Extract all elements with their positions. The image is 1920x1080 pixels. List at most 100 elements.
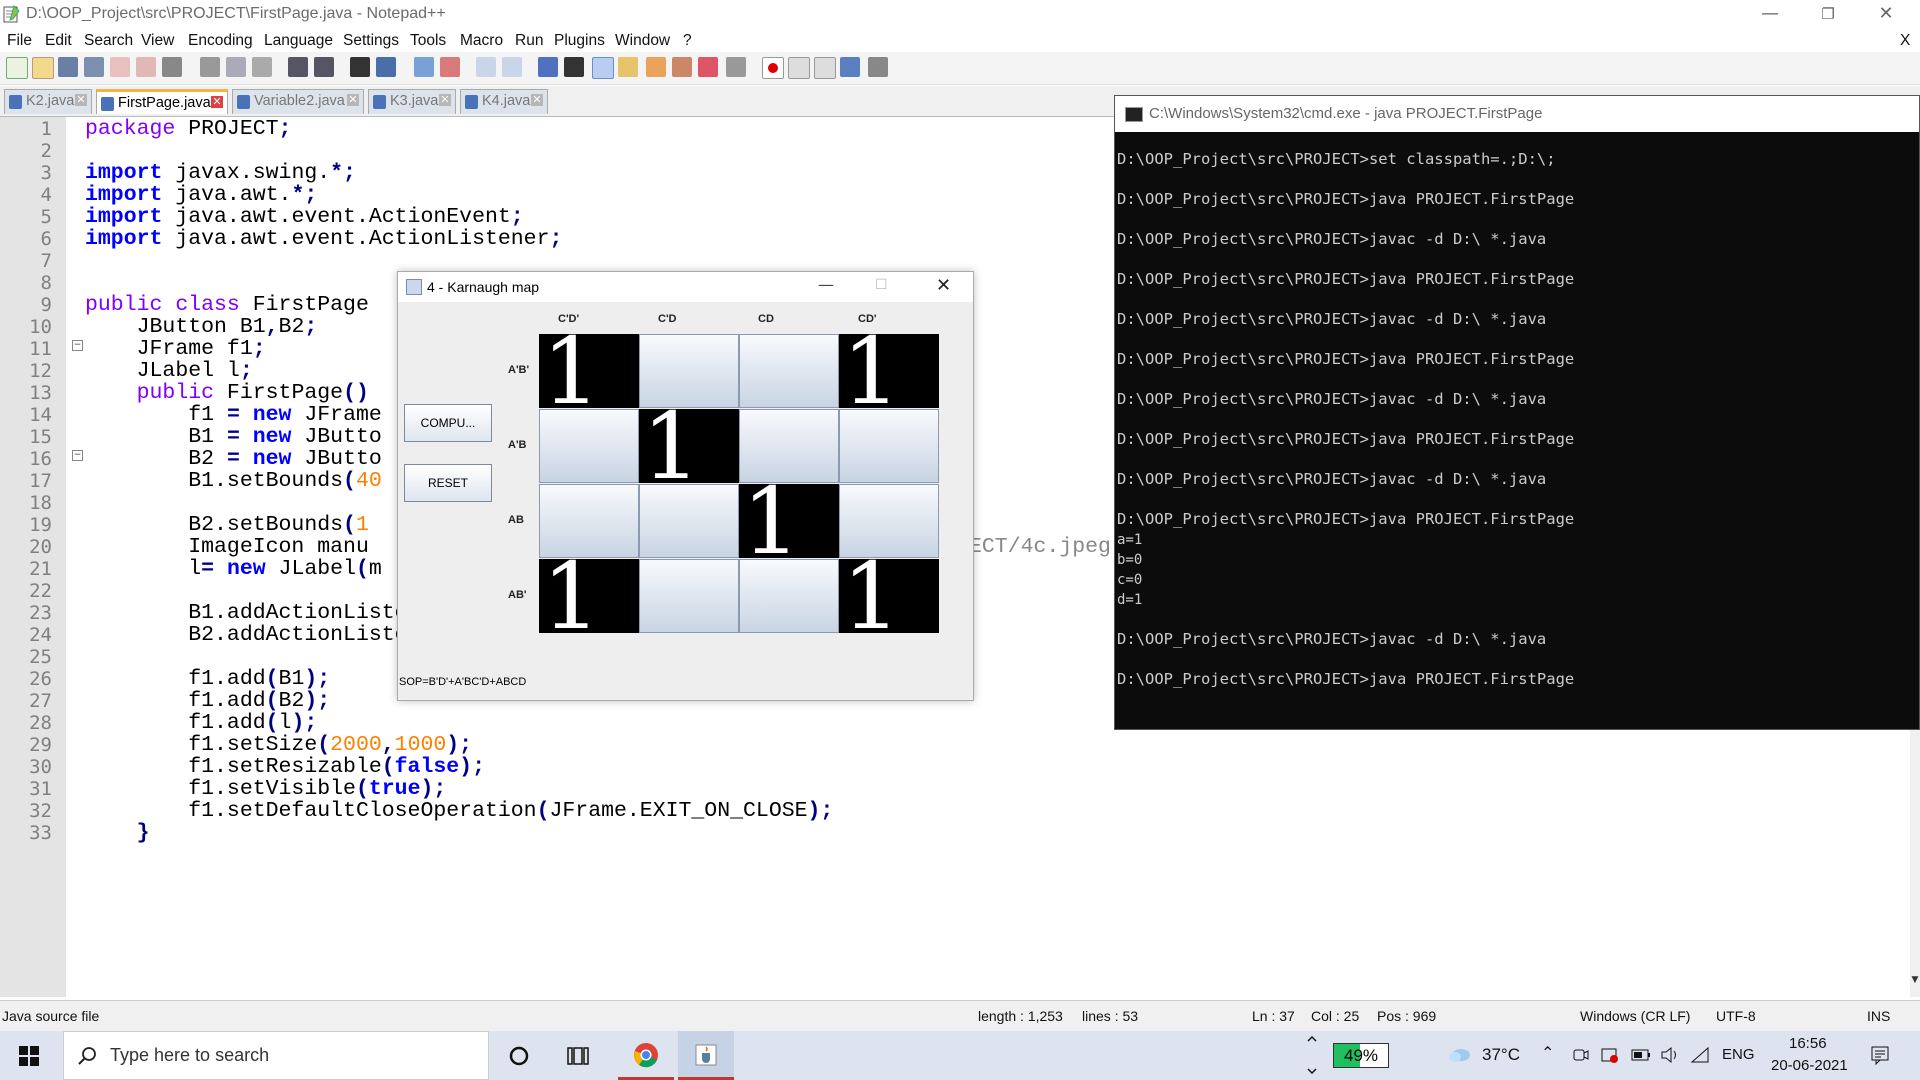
save-macro-icon[interactable] bbox=[868, 57, 888, 77]
sync-vertical-icon[interactable] bbox=[476, 57, 496, 77]
reset-button[interactable]: RESET bbox=[404, 464, 492, 502]
kmap-cell[interactable]: 1 bbox=[839, 318, 939, 425]
save-all-icon[interactable] bbox=[84, 57, 104, 77]
menu-language[interactable]: Language bbox=[264, 32, 333, 50]
task-view-icon[interactable] bbox=[567, 1046, 589, 1066]
tab-k3[interactable]: K3.java ✕ bbox=[368, 89, 456, 114]
input-language[interactable]: ENG bbox=[1722, 1046, 1755, 1063]
clock-time[interactable]: 16:56 bbox=[1789, 1035, 1827, 1052]
karnaugh-map-window[interactable]: 4 - Karnaugh map — ☐ ✕ COMPU... RESET C'… bbox=[397, 271, 974, 701]
monitor-icon[interactable] bbox=[726, 57, 746, 77]
compute-button[interactable]: COMPU... bbox=[404, 404, 492, 442]
function-list-icon[interactable] bbox=[618, 57, 638, 77]
scroll-up-icon[interactable] bbox=[1306, 1033, 1318, 1045]
menu-edit[interactable]: Edit bbox=[45, 32, 72, 50]
new-file-icon[interactable] bbox=[6, 57, 28, 79]
menu-tools[interactable]: Tools bbox=[410, 32, 446, 50]
kmap-cell[interactable]: 1 bbox=[839, 543, 939, 650]
folder-icon[interactable] bbox=[698, 57, 718, 77]
kmap-cell[interactable]: 1 bbox=[539, 318, 639, 425]
undo-icon[interactable] bbox=[288, 57, 308, 77]
replace-icon[interactable] bbox=[376, 57, 396, 77]
menu-help[interactable]: ? bbox=[683, 32, 692, 50]
fold-class-icon[interactable]: − bbox=[72, 340, 83, 351]
taskbar-chrome[interactable] bbox=[618, 1031, 674, 1080]
find-icon[interactable] bbox=[350, 57, 370, 77]
open-file-icon[interactable] bbox=[32, 57, 54, 79]
menu-encoding[interactable]: Encoding bbox=[188, 32, 253, 50]
sync-horizontal-icon[interactable] bbox=[502, 57, 522, 77]
temperature[interactable]: 37°C bbox=[1482, 1045, 1520, 1065]
save-icon[interactable] bbox=[58, 57, 78, 77]
close-button[interactable]: ✕ bbox=[936, 275, 951, 296]
print-icon[interactable] bbox=[162, 57, 182, 77]
kmap-cell[interactable]: 1 bbox=[539, 543, 639, 650]
close-tab-icon[interactable]: ✕ bbox=[439, 94, 451, 106]
paste-icon[interactable] bbox=[252, 57, 272, 77]
close-tab-icon[interactable]: ✕ bbox=[531, 94, 543, 106]
tab-k2[interactable]: K2.java ✕ bbox=[4, 89, 92, 114]
tab-variable2[interactable]: Variable2.java ✕ bbox=[232, 89, 364, 114]
cortana-icon[interactable] bbox=[509, 1046, 529, 1066]
cut-icon[interactable] bbox=[200, 57, 220, 77]
kmap-cell[interactable] bbox=[839, 409, 939, 483]
cmd-window[interactable]: C:\Windows\System32\cmd.exe - java PROJE… bbox=[1114, 95, 1920, 730]
kmap-cell[interactable]: 1 bbox=[739, 468, 839, 575]
onedrive-icon[interactable] bbox=[1600, 1046, 1620, 1064]
close-tab-icon[interactable]: ✕ bbox=[75, 94, 87, 106]
weather-icon[interactable] bbox=[1447, 1045, 1473, 1065]
close-all-icon[interactable] bbox=[136, 57, 156, 77]
tab-firstpage[interactable]: FirstPage.java ✕ bbox=[96, 89, 228, 114]
fold-method-icon[interactable]: − bbox=[72, 450, 83, 461]
wifi-icon[interactable] bbox=[1690, 1046, 1710, 1064]
close-tab-icon[interactable]: ✕ bbox=[211, 96, 223, 108]
show-all-chars-icon[interactable] bbox=[564, 57, 584, 77]
volume-icon[interactable] bbox=[1660, 1046, 1680, 1064]
redo-icon[interactable] bbox=[314, 57, 334, 77]
run-macro-multiple-icon[interactable] bbox=[840, 57, 860, 77]
scroll-down-icon[interactable]: ▼ bbox=[1910, 975, 1920, 989]
minimize-button[interactable]: — bbox=[1742, 0, 1798, 30]
close-button[interactable]: ✕ bbox=[1858, 0, 1914, 30]
menu-window[interactable]: Window bbox=[615, 32, 670, 50]
menu-view[interactable]: View bbox=[141, 32, 174, 50]
close-document-button[interactable]: X bbox=[1900, 32, 1910, 50]
kmap-cell[interactable]: 1 bbox=[639, 393, 739, 500]
notifications-icon[interactable] bbox=[1870, 1045, 1890, 1065]
windows-start-icon[interactable] bbox=[19, 1046, 39, 1066]
battery-indicator[interactable]: 49% bbox=[1333, 1043, 1389, 1068]
battery-icon[interactable] bbox=[1631, 1048, 1651, 1062]
folder-workspace-icon[interactable] bbox=[672, 57, 692, 77]
kmap-cell[interactable] bbox=[639, 559, 739, 633]
kmap-cell[interactable] bbox=[739, 559, 839, 633]
menu-settings[interactable]: Settings bbox=[343, 32, 399, 50]
maximize-button[interactable]: ☐ bbox=[875, 277, 888, 293]
taskbar-search-box[interactable]: Type here to search bbox=[63, 1031, 489, 1080]
kmap-cell[interactable] bbox=[539, 409, 639, 483]
close-file-icon[interactable] bbox=[110, 57, 130, 77]
copy-icon[interactable] bbox=[226, 57, 246, 77]
menu-file[interactable]: File bbox=[7, 32, 32, 50]
word-wrap-icon[interactable] bbox=[538, 57, 558, 77]
restore-button[interactable]: ❐ bbox=[1800, 0, 1856, 30]
menu-search[interactable]: Search bbox=[84, 32, 133, 50]
chevron-up-icon[interactable]: ⌃ bbox=[1541, 1043, 1554, 1063]
record-macro-icon[interactable] bbox=[762, 57, 784, 79]
zoom-out-icon[interactable] bbox=[440, 57, 460, 77]
meet-now-icon[interactable] bbox=[1572, 1046, 1590, 1064]
zoom-in-icon[interactable] bbox=[414, 57, 434, 77]
stop-macro-icon[interactable] bbox=[788, 57, 810, 79]
indent-guide-icon[interactable] bbox=[592, 57, 614, 79]
tab-k4[interactable]: K4.java ✕ bbox=[460, 89, 548, 114]
taskbar-java[interactable] bbox=[678, 1031, 734, 1080]
doc-map-icon[interactable] bbox=[646, 57, 666, 77]
menu-run[interactable]: Run bbox=[515, 32, 543, 50]
menu-macro[interactable]: Macro bbox=[460, 32, 503, 50]
kmap-cell[interactable] bbox=[739, 334, 839, 408]
clock-date[interactable]: 20-06-2021 bbox=[1771, 1057, 1848, 1074]
minimize-button[interactable]: — bbox=[818, 275, 834, 294]
play-macro-icon[interactable] bbox=[814, 57, 836, 79]
kmap-cell[interactable] bbox=[639, 484, 739, 558]
close-tab-icon[interactable]: ✕ bbox=[347, 94, 359, 106]
menu-plugins[interactable]: Plugins bbox=[554, 32, 605, 50]
